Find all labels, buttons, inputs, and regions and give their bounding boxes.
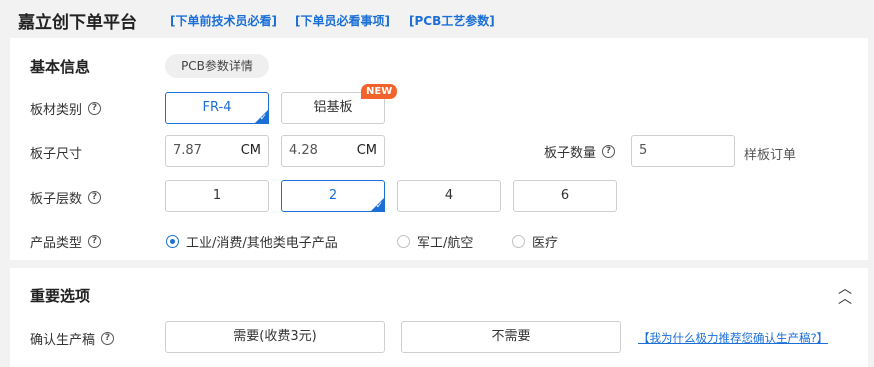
- link-order-notes[interactable]: [下单员必看事项]: [295, 12, 390, 29]
- help-icon[interactable]: ?: [88, 235, 102, 248]
- material-label-text: 板材类别: [30, 103, 83, 118]
- collapse-chevron-icon[interactable]: ︿ ︿: [838, 282, 852, 306]
- layer-option-1[interactable]: 1: [165, 180, 269, 212]
- layer-option-2-label: 2: [328, 188, 338, 203]
- help-icon[interactable]: ?: [101, 332, 115, 345]
- board-width-value: 7.87: [173, 143, 202, 158]
- material-option-fr4-label: FR-4: [202, 100, 232, 115]
- help-icon[interactable]: ?: [88, 191, 102, 204]
- link-pcb-params[interactable]: [PCB工艺参数]: [409, 12, 495, 29]
- sample-order-text: 样板订单: [744, 148, 797, 163]
- board-height-value: 4.28: [289, 143, 318, 158]
- layer-option-4-label: 4: [444, 188, 454, 203]
- material-option-fr4[interactable]: FR-4 ✓: [165, 92, 269, 124]
- radio-selected-icon[interactable]: [166, 235, 179, 248]
- confirm-option-yes-label: 需要(收费3元): [233, 329, 317, 344]
- help-icon[interactable]: ?: [88, 102, 102, 115]
- quantity-label: 板子数量 ?: [544, 142, 616, 161]
- product-type-radio-industrial[interactable]: 工业/消费/其他类电子产品: [166, 232, 338, 251]
- app-title: 嘉立创下单平台: [18, 13, 137, 33]
- layer-option-1-label: 1: [212, 188, 222, 203]
- layers-label-text: 板子层数: [30, 192, 83, 207]
- size-label-text: 板子尺寸: [30, 147, 83, 162]
- product-type-label-text: 产品类型: [30, 236, 83, 251]
- confirm-option-yes[interactable]: 需要(收费3元): [165, 321, 385, 353]
- radio-icon[interactable]: [512, 235, 525, 248]
- radio-icon[interactable]: [397, 235, 410, 248]
- product-type-radio-military-label: 军工/航空: [417, 236, 474, 251]
- page-header: 嘉立创下单平台 [下单前技术员必看] [下单员必看事项] [PCB工艺参数]: [0, 0, 874, 38]
- layers-label: 板子层数 ?: [30, 188, 102, 207]
- confirm-label-text: 确认生产稿: [30, 333, 96, 348]
- product-type-label: 产品类型 ?: [30, 232, 102, 251]
- layer-option-4[interactable]: 4: [397, 180, 501, 212]
- confirm-label: 确认生产稿 ?: [30, 329, 115, 348]
- confirm-option-no[interactable]: 不需要: [401, 321, 621, 353]
- product-type-radio-medical[interactable]: 医疗: [512, 232, 558, 251]
- section-title-basic: 基本信息: [30, 58, 91, 76]
- board-width-unit: CM: [240, 143, 261, 158]
- link-tech-must-read[interactable]: [下单前技术员必看]: [170, 12, 277, 29]
- help-icon[interactable]: ?: [602, 145, 616, 158]
- material-label: 板材类别 ?: [30, 99, 102, 118]
- why-confirm-link[interactable]: 【我为什么极力推荐您确认生产稿?】: [638, 330, 828, 346]
- board-height-unit: CM: [356, 143, 377, 158]
- section-title-important: 重要选项: [30, 287, 91, 305]
- product-type-radio-medical-label: 医疗: [532, 236, 559, 251]
- size-label: 板子尺寸: [30, 143, 82, 162]
- check-icon: ✓: [259, 113, 267, 123]
- pcb-params-detail-button[interactable]: PCB参数详情: [165, 54, 269, 78]
- material-option-aluminum-label: 铝基板: [313, 100, 353, 115]
- quantity-input[interactable]: 5: [631, 135, 735, 167]
- confirm-option-no-label: 不需要: [491, 329, 531, 344]
- product-type-radio-military[interactable]: 军工/航空: [397, 232, 473, 251]
- board-width-input[interactable]: 7.87 CM: [165, 135, 269, 167]
- check-icon: ✓: [375, 201, 383, 211]
- layer-option-2[interactable]: 2 ✓: [281, 180, 385, 212]
- new-badge: NEW: [361, 84, 398, 99]
- product-type-radio-industrial-label: 工业/消费/其他类电子产品: [186, 236, 338, 251]
- board-height-input[interactable]: 4.28 CM: [281, 135, 385, 167]
- basic-info-card: 基本信息 PCB参数详情 板材类别 ? FR-4 ✓ 铝基板 NEW 板子尺寸 …: [10, 38, 868, 260]
- important-options-card: 重要选项 ︿ ︿ 确认生产稿 ? 需要(收费3元) 不需要 【我为什么极力推荐您确…: [10, 268, 868, 367]
- layer-option-6-label: 6: [560, 188, 570, 203]
- layer-option-6[interactable]: 6: [513, 180, 617, 212]
- quantity-value: 5: [639, 143, 648, 158]
- quantity-label-text: 板子数量: [544, 146, 597, 161]
